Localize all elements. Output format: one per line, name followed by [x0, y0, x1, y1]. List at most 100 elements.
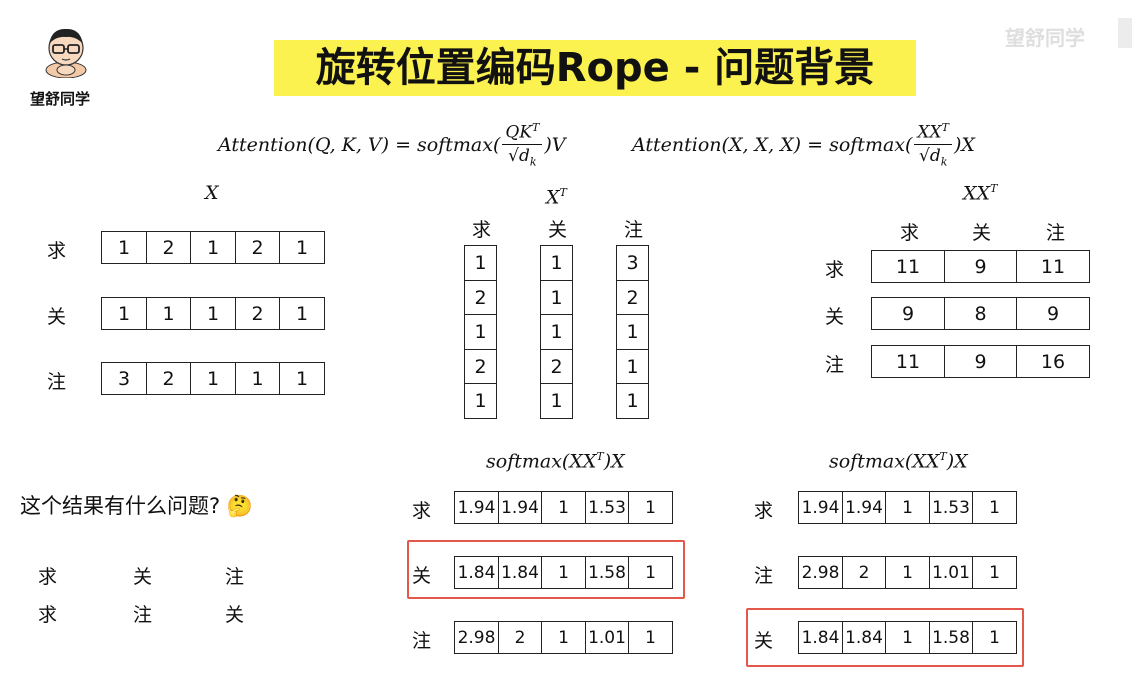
- matrix-cell: 2: [145, 231, 192, 264]
- xxt-matrix-label: XXT: [963, 182, 998, 205]
- matrix-cell: 1: [190, 231, 236, 264]
- matrix-cell: 9: [943, 250, 1018, 283]
- order-token: 关: [133, 566, 153, 588]
- softmax-row-label: 关: [412, 565, 432, 587]
- matrix-cell: 1: [972, 621, 1017, 654]
- softmax-row: 2.98 2 1 1.01 1: [454, 621, 673, 654]
- matrix-cell: 1: [885, 621, 930, 654]
- order-token: 求: [38, 566, 58, 588]
- matrix-cell: 1: [279, 362, 325, 395]
- matrix-cell: 1.94: [454, 491, 499, 524]
- matrix-cell: 1: [234, 362, 281, 395]
- matrix-cell: 1.94: [798, 491, 843, 524]
- matrix-cell: 1.84: [841, 621, 887, 654]
- matrix-cell: 1: [541, 491, 586, 524]
- matrix-cell: 1: [541, 556, 586, 589]
- xxt-row-label: 关: [825, 306, 845, 328]
- matrix-cell: 1.94: [497, 491, 543, 524]
- matrix-cell: 9: [1016, 297, 1090, 330]
- matrix-cell: 16: [1016, 345, 1090, 378]
- xxt-col-header: 注: [1046, 222, 1066, 244]
- softmax-row: 1.94 1.94 1 1.53 1: [798, 491, 1017, 524]
- softmax-row: 1.84 1.84 1 1.58 1: [454, 556, 673, 589]
- softmax-row-label: 注: [754, 565, 774, 587]
- matrix-cell: 1: [540, 314, 573, 350]
- matrix-cell: 9: [943, 345, 1018, 378]
- matrix-cell: 2: [464, 279, 497, 316]
- softmax-row: 1.94 1.94 1 1.53 1: [454, 491, 673, 524]
- xxt-col-header: 求: [900, 222, 920, 244]
- matrix-cell: 1.53: [584, 491, 630, 524]
- xt-matrix-label: XT: [546, 186, 567, 209]
- watermark-logo-icon: [1118, 18, 1132, 48]
- xt-column-label: 注: [624, 219, 644, 241]
- matrix-cell: 2: [464, 348, 497, 385]
- matrix-cell: 1: [616, 383, 649, 419]
- softmax-row-label: 关: [754, 630, 774, 652]
- thinking-face-icon: 🤔: [226, 494, 253, 518]
- xt-column-label: 求: [472, 219, 492, 241]
- matrix-cell: 1: [101, 297, 147, 330]
- matrix-cell: 3: [616, 245, 649, 281]
- softmax-left-label: softmax(XXT)X: [486, 450, 625, 473]
- xt-column: 1 2 1 2 1: [464, 245, 497, 419]
- matrix-cell: 1: [972, 491, 1017, 524]
- matrix-cell: 1: [628, 556, 673, 589]
- softmax-right-label: softmax(XXT)X: [829, 450, 968, 473]
- question-text: 这个结果有什么问题?: [20, 494, 221, 518]
- brand-name: 望舒同学: [30, 90, 91, 108]
- matrix-cell: 1: [972, 556, 1017, 589]
- order-token: 关: [225, 604, 245, 626]
- x-row-label: 关: [47, 306, 67, 328]
- matrix-cell: 1: [540, 245, 573, 281]
- softmax-row-label: 注: [412, 630, 432, 652]
- x-row: 1 1 1 2 1: [101, 297, 325, 330]
- matrix-cell: 1: [101, 231, 147, 264]
- matrix-cell: 1: [464, 245, 497, 281]
- matrix-cell: 11: [871, 250, 945, 283]
- matrix-cell: 1: [540, 383, 573, 419]
- matrix-cell: 8: [943, 297, 1018, 330]
- matrix-cell: 1: [279, 297, 325, 330]
- matrix-cell: 1: [628, 491, 673, 524]
- order-token: 求: [38, 604, 58, 626]
- softmax-row-label: 求: [754, 500, 774, 522]
- matrix-cell: 1: [885, 491, 930, 524]
- softmax-row-label: 求: [412, 500, 432, 522]
- matrix-cell: 1.84: [497, 556, 543, 589]
- matrix-cell: 11: [871, 345, 945, 378]
- matrix-cell: 1: [616, 314, 649, 350]
- matrix-cell: 1: [190, 297, 236, 330]
- formula-attention-xxx: Attention(X, X, X) = softmax( XXT √dk )X: [632, 115, 975, 175]
- xxt-row-label: 注: [825, 354, 845, 376]
- matrix-cell: 2: [145, 362, 192, 395]
- matrix-cell: 1.94: [841, 491, 887, 524]
- matrix-cell: 1: [541, 621, 586, 654]
- matrix-cell: 1.01: [928, 556, 974, 589]
- x-row-label: 求: [47, 240, 67, 262]
- matrix-cell: 1.58: [928, 621, 974, 654]
- matrix-cell: 1.53: [928, 491, 974, 524]
- xt-column: 3 2 1 1 1: [616, 245, 649, 419]
- matrix-cell: 2: [540, 348, 573, 385]
- matrix-cell: 2: [841, 556, 887, 589]
- x-row: 1 2 1 2 1: [101, 231, 325, 264]
- matrix-cell: 1: [616, 348, 649, 385]
- avatar: [40, 22, 92, 79]
- matrix-cell: 1: [464, 314, 497, 350]
- xxt-row-label: 求: [825, 259, 845, 281]
- matrix-cell: 9: [871, 297, 945, 330]
- xt-column-label: 关: [548, 219, 568, 241]
- page-title: 旋转位置编码Rope - 问题背景: [274, 40, 916, 96]
- matrix-cell: 1.01: [584, 621, 630, 654]
- matrix-cell: 1: [540, 279, 573, 316]
- xxt-row: 9 8 9: [871, 297, 1090, 330]
- matrix-cell: 1: [628, 621, 673, 654]
- matrix-cell: 2: [497, 621, 543, 654]
- xt-column: 1 1 1 2 1: [540, 245, 573, 419]
- softmax-row: 1.84 1.84 1 1.58 1: [798, 621, 1017, 654]
- matrix-cell: 1: [885, 556, 930, 589]
- matrix-cell: 2: [234, 297, 281, 330]
- matrix-cell: 2.98: [798, 556, 843, 589]
- x-matrix-label: X: [205, 182, 219, 204]
